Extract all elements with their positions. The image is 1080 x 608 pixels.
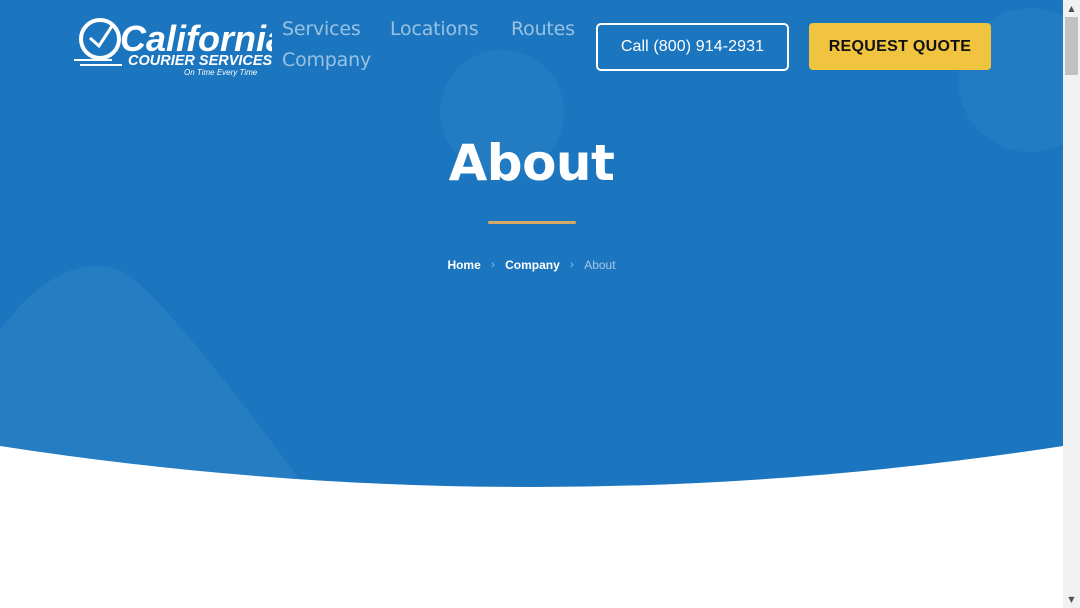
company-logo[interactable]: California COURIER SERVICES On Time Ever… (72, 12, 286, 80)
page-title: About (448, 134, 615, 192)
vertical-scrollbar[interactable]: ▲ ▼ (1063, 0, 1080, 608)
breadcrumb-home[interactable]: Home (447, 258, 480, 272)
chevron-right-icon: › (491, 258, 495, 271)
nav-item-services[interactable]: Services (282, 18, 361, 40)
page: California COURIER SERVICES On Time Ever… (0, 0, 1063, 608)
breadcrumb-current: About (584, 257, 616, 272)
hero-banner: California COURIER SERVICES On Time Ever… (0, 0, 1063, 490)
logo-tagline: On Time Every Time (184, 68, 258, 77)
scrollbar-thumb[interactable] (1065, 17, 1078, 75)
nav-item-routes[interactable]: Routes (511, 18, 575, 40)
nav-item-locations[interactable]: Locations (390, 18, 479, 40)
breadcrumb: Home › Company › About (0, 257, 1063, 272)
request-quote-button[interactable]: REQUEST QUOTE (809, 23, 991, 70)
chevron-right-icon: › (570, 258, 574, 271)
call-button[interactable]: Call (800) 914-2931 (596, 23, 789, 71)
logo-subtitle: COURIER SERVICES (128, 53, 272, 69)
scroll-down-arrow-icon[interactable]: ▼ (1063, 591, 1080, 608)
breadcrumb-company[interactable]: Company (505, 258, 560, 272)
title-divider (488, 221, 576, 224)
logo-mark: California COURIER SERVICES On Time Ever… (74, 18, 286, 77)
nav-item-company[interactable]: Company (282, 49, 371, 71)
scroll-up-arrow-icon[interactable]: ▲ (1063, 0, 1080, 17)
